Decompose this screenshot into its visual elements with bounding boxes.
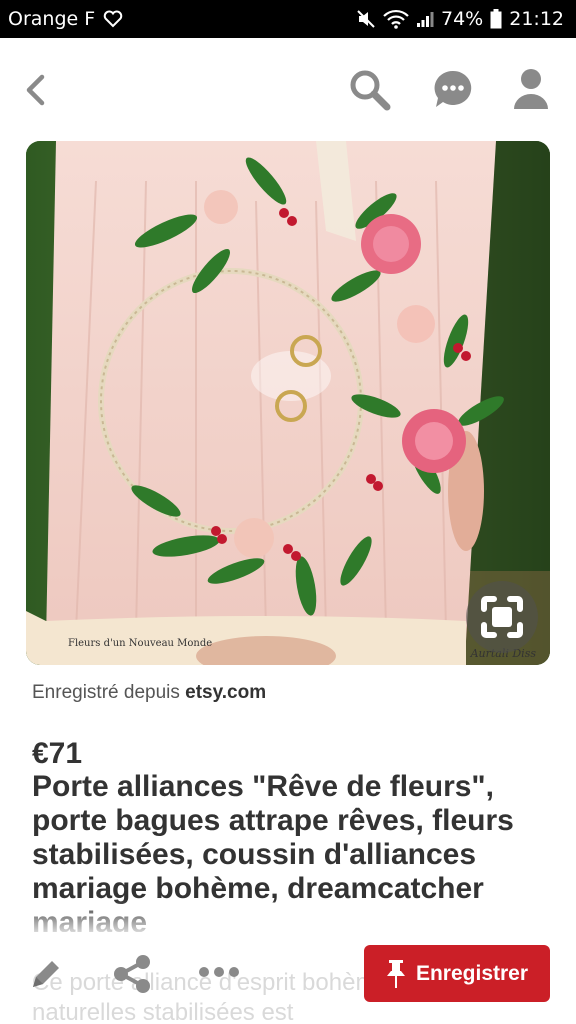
wifi-icon [383,9,409,29]
saved-from-domain-link[interactable]: etsy.com [185,682,266,703]
user-icon[interactable] [512,68,550,110]
save-button[interactable]: Enregistrer [364,945,550,1002]
action-bar: Enregistrer [0,936,576,1024]
chat-icon[interactable] [432,68,474,110]
status-right: 74% 21:12 [356,8,564,30]
price: €71 [32,737,83,770]
share-icon[interactable] [112,954,152,994]
lens-scan-icon [481,596,523,638]
search-icon[interactable] [348,68,392,112]
heart-icon [103,10,123,28]
pushpin-icon [386,959,405,988]
visual-search-button[interactable] [466,581,538,653]
pin-image[interactable]: Fleurs d'un Nouveau Monde Aurtali Diss [26,141,550,665]
clock: 21:12 [509,8,564,30]
photo-credit-left: Fleurs d'un Nouveau Monde [68,638,213,649]
saved-from-label: Enregistré depuis [32,682,180,703]
wedding-ring-hoop-photo [26,141,550,665]
signal-icon [417,12,434,27]
saved-from: Enregistré depuis etsy.com [32,682,266,704]
back-arrow-icon[interactable] [22,72,50,108]
save-button-label: Enregistrer [415,961,529,985]
status-bar: Orange F 74% 21:12 [0,0,576,38]
status-left: Orange F [8,8,123,30]
more-options-icon[interactable] [198,964,240,980]
mute-icon [357,10,375,28]
title-fade [0,900,576,940]
edit-pencil-icon[interactable] [28,956,64,992]
carrier-name: Orange F [8,8,96,30]
battery-percent: 74% [441,8,484,30]
battery-icon [490,9,502,29]
header [0,38,576,142]
